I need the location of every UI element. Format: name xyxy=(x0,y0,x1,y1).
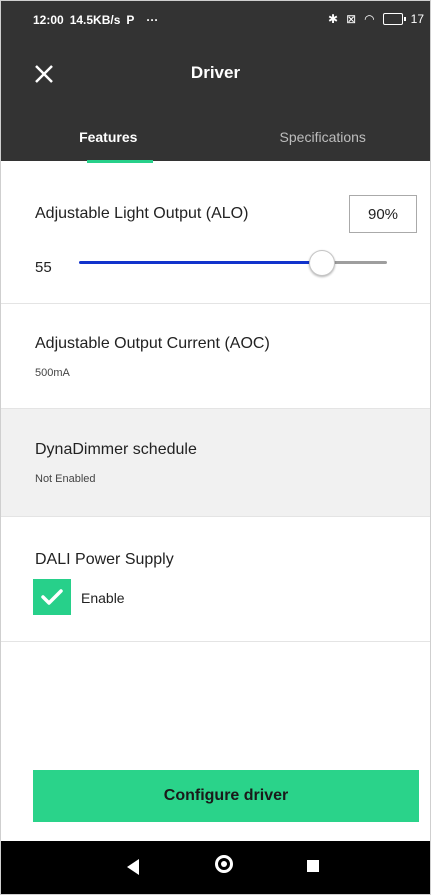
tab-features[interactable]: Features xyxy=(1,121,216,163)
system-nav-bar xyxy=(1,841,430,894)
home-icon[interactable] xyxy=(215,855,233,873)
aoc-value: 500mA xyxy=(35,367,70,379)
recents-icon[interactable] xyxy=(307,860,319,872)
dynadimmer-section[interactable]: DynaDimmer schedule Not Enabled xyxy=(1,409,430,517)
tab-bar: Features Specifications xyxy=(1,121,431,163)
aoc-label: Adjustable Output Current (AOC) xyxy=(35,335,270,352)
wifi-icon: ◠ xyxy=(364,12,375,26)
status-p-icon: P xyxy=(126,13,135,27)
slider-track-active xyxy=(79,261,311,264)
app-header: Driver Features Specifications xyxy=(1,41,431,163)
dali-section: DALI Power Supply Enable xyxy=(1,517,430,642)
back-icon[interactable] xyxy=(127,859,139,875)
dynadimmer-label: DynaDimmer schedule xyxy=(35,441,197,458)
status-bar: 12:00 14.5KB/s P ··· ✱ ⊠ ◠ 17 xyxy=(1,1,430,41)
status-right: ✱ ⊠ ◠ 17 xyxy=(328,12,424,26)
enable-label: Enable xyxy=(81,590,125,606)
aoc-section[interactable]: Adjustable Output Current (AOC) 500mA xyxy=(1,303,430,409)
alo-label: Adjustable Light Output (ALO) xyxy=(35,205,249,222)
status-more-icon: ··· xyxy=(146,13,159,27)
page-title: Driver xyxy=(190,63,241,82)
slider-thumb[interactable] xyxy=(309,250,335,276)
sim-icon: ⊠ xyxy=(346,12,357,26)
status-network-speed: 14.5KB/s xyxy=(69,13,121,27)
tab-specifications[interactable]: Specifications xyxy=(216,121,431,161)
dynadimmer-status: Not Enabled xyxy=(35,473,96,485)
enable-checkbox[interactable] xyxy=(33,579,71,615)
dali-label: DALI Power Supply xyxy=(35,551,174,568)
check-icon xyxy=(41,589,63,605)
bluetooth-icon: ✱ xyxy=(328,12,339,26)
configure-driver-button[interactable]: Configure driver xyxy=(33,770,419,822)
status-left: 12:00 14.5KB/s P ··· xyxy=(33,13,158,27)
alo-slider[interactable] xyxy=(77,247,395,277)
alo-value-field[interactable]: 90% xyxy=(349,195,417,233)
battery-level: 17 xyxy=(410,12,424,26)
status-time: 12:00 xyxy=(33,13,64,27)
alo-section: Adjustable Light Output (ALO) 90% 55 xyxy=(1,163,430,304)
app-frame: 12:00 14.5KB/s P ··· ✱ ⊠ ◠ 17 Driver Fea… xyxy=(0,0,431,895)
alo-min-value: 55 xyxy=(35,259,52,276)
battery-icon xyxy=(382,13,406,25)
